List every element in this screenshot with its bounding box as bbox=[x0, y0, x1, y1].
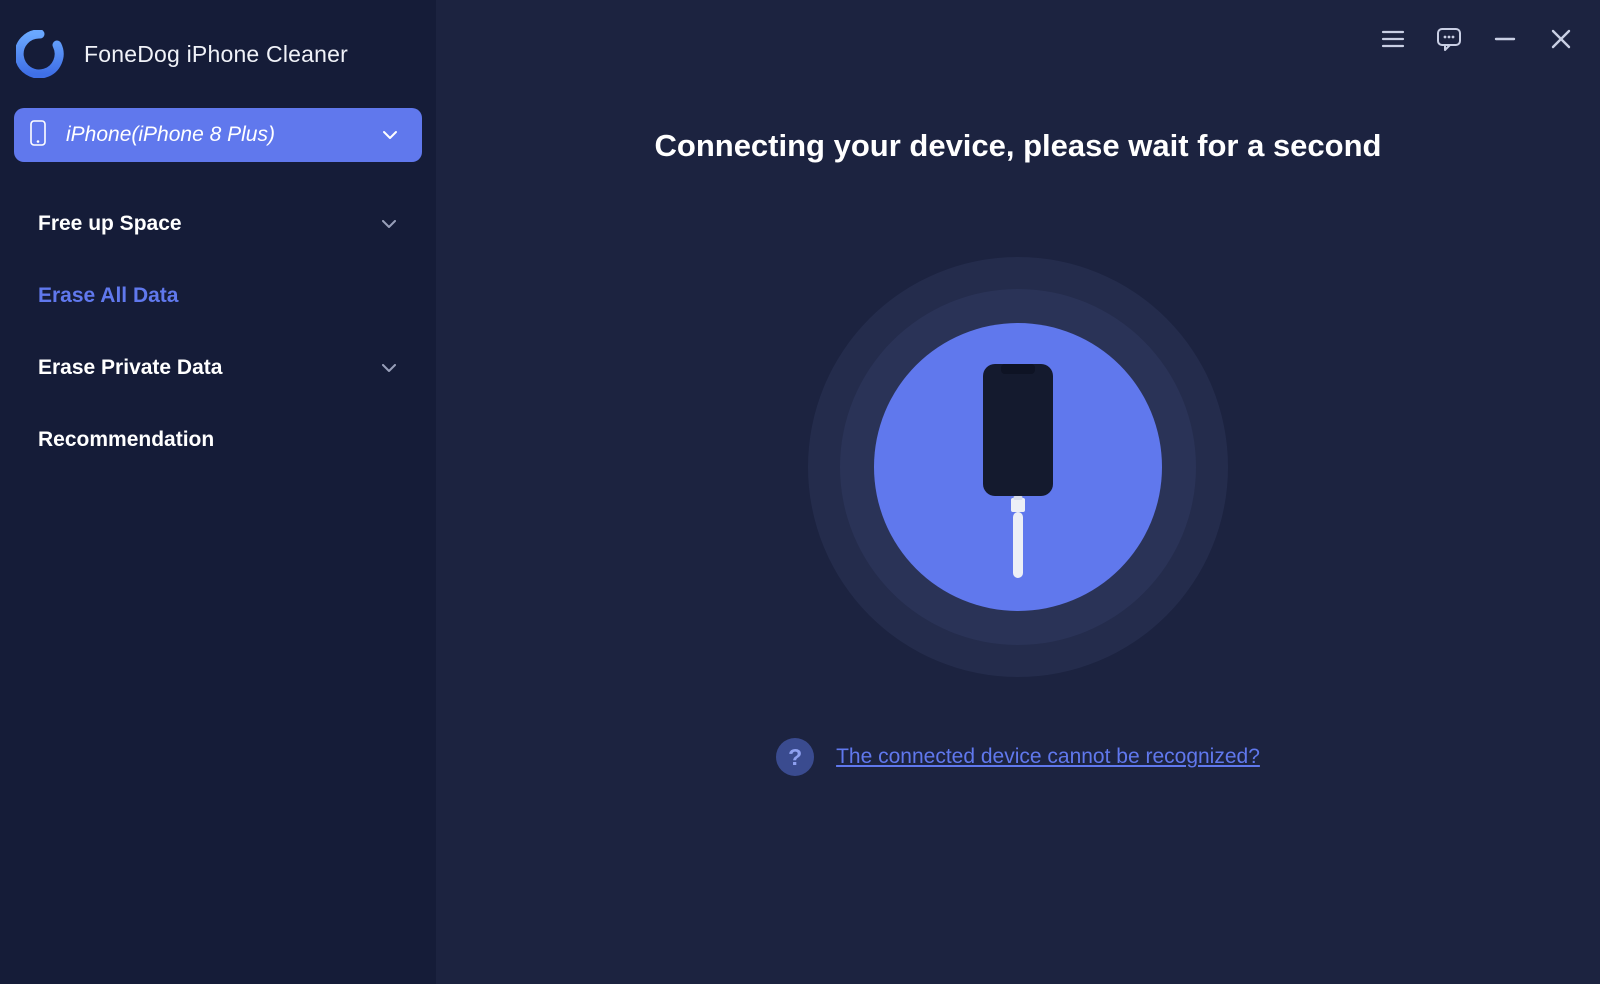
sidebar: FoneDog iPhone Cleaner iPhone(iPhone 8 P… bbox=[0, 0, 436, 984]
app-logo bbox=[16, 30, 64, 78]
page-title: Connecting your device, please wait for … bbox=[655, 128, 1382, 164]
sidebar-item-free-up-space[interactable]: Free up Space bbox=[10, 188, 426, 260]
feedback-button[interactable] bbox=[1432, 22, 1466, 56]
sidebar-item-label: Recommendation bbox=[38, 428, 214, 452]
device-label: iPhone(iPhone 8 Plus) bbox=[66, 123, 380, 147]
sidebar-item-recommendation[interactable]: Recommendation bbox=[10, 404, 426, 476]
minimize-button[interactable] bbox=[1488, 22, 1522, 56]
device-selector[interactable]: iPhone(iPhone 8 Plus) bbox=[14, 108, 422, 162]
chevron-down-icon bbox=[380, 125, 400, 145]
connecting-device-illustration bbox=[803, 252, 1233, 682]
window-controls bbox=[1376, 22, 1578, 56]
phone-icon bbox=[30, 120, 50, 151]
chevron-down-icon bbox=[380, 359, 398, 377]
help-icon: ? bbox=[776, 738, 814, 776]
brand: FoneDog iPhone Cleaner bbox=[10, 24, 426, 106]
sidebar-item-label: Erase All Data bbox=[38, 284, 178, 308]
sidebar-item-label: Erase Private Data bbox=[38, 356, 222, 380]
sidebar-item-erase-private-data[interactable]: Erase Private Data bbox=[10, 332, 426, 404]
help-row: ? The connected device cannot be recogni… bbox=[776, 738, 1260, 776]
help-link[interactable]: The connected device cannot be recognize… bbox=[836, 745, 1260, 769]
help-symbol: ? bbox=[788, 744, 802, 771]
app-title: FoneDog iPhone Cleaner bbox=[84, 41, 348, 68]
chevron-down-icon bbox=[380, 215, 398, 233]
sidebar-item-label: Free up Space bbox=[38, 212, 182, 236]
menu-button[interactable] bbox=[1376, 22, 1410, 56]
sidebar-item-erase-all-data[interactable]: Erase All Data bbox=[10, 260, 426, 332]
main-area: Connecting your device, please wait for … bbox=[436, 0, 1600, 984]
close-button[interactable] bbox=[1544, 22, 1578, 56]
